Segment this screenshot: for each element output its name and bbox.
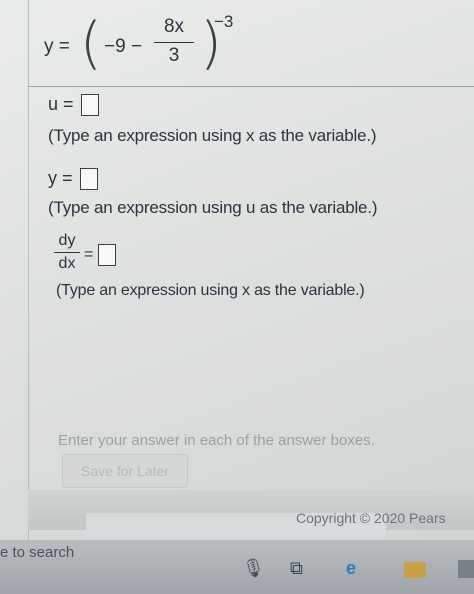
u-hint: (Type an expression using x as the varia… [48,126,377,145]
derivative-answer-box[interactable] [98,244,116,266]
browser-viewport: y = ( −9 − 8x 3 ) −3 u = (Type an expres… [0,0,474,594]
dy-label: dy [58,232,76,249]
derivative-hint: (Type an expression using x as the varia… [56,282,365,299]
panel-left-border [28,0,29,540]
dx-label: dx [58,255,76,272]
formula-fraction: 8x 3 [154,16,194,67]
y-answer-box[interactable] [79,168,98,191]
taskbar-search-box[interactable]: e to search [0,544,74,561]
formula-exponent: −3 [214,12,234,31]
formula-constant: −9 − [104,36,143,57]
dydx-fraction-bar [54,252,80,253]
formula-lhs: y = [44,36,70,57]
derivative-answer-row: dy dx = [54,232,124,278]
edge-browser-icon[interactable]: e [346,558,356,578]
task-view-icon[interactable]: ⧉ [290,558,303,578]
store-icon[interactable] [458,560,474,578]
derivative-equals: = [84,246,94,263]
fraction-bar [154,42,194,43]
fraction-numerator: 8x [163,16,185,37]
windows-taskbar: e to search 🎙 ⧉ e [0,540,474,594]
given-function: y = ( −9 − 8x 3 ) −3 [44,10,244,80]
dy-dx-fraction: dy dx [54,232,80,273]
y-label: y = [48,168,73,188]
left-parenthesis: ( [80,11,102,76]
microphone-icon[interactable]: 🎙 [242,558,265,578]
y-answer-row: y = [48,168,98,191]
file-explorer-icon[interactable] [404,562,426,578]
copyright-text: Copyright © 2020 Pears [296,510,446,526]
y-hint: (Type an expression using u as the varia… [48,198,378,217]
fraction-denominator: 3 [168,45,180,66]
u-answer-box[interactable] [80,94,99,117]
instruction-text: Enter your answer in each of the answer … [58,432,375,449]
u-answer-row: u = [48,94,99,117]
save-for-later-button[interactable]: Save for Later [62,454,188,488]
question-divider [28,86,474,87]
u-label: u = [48,94,74,114]
